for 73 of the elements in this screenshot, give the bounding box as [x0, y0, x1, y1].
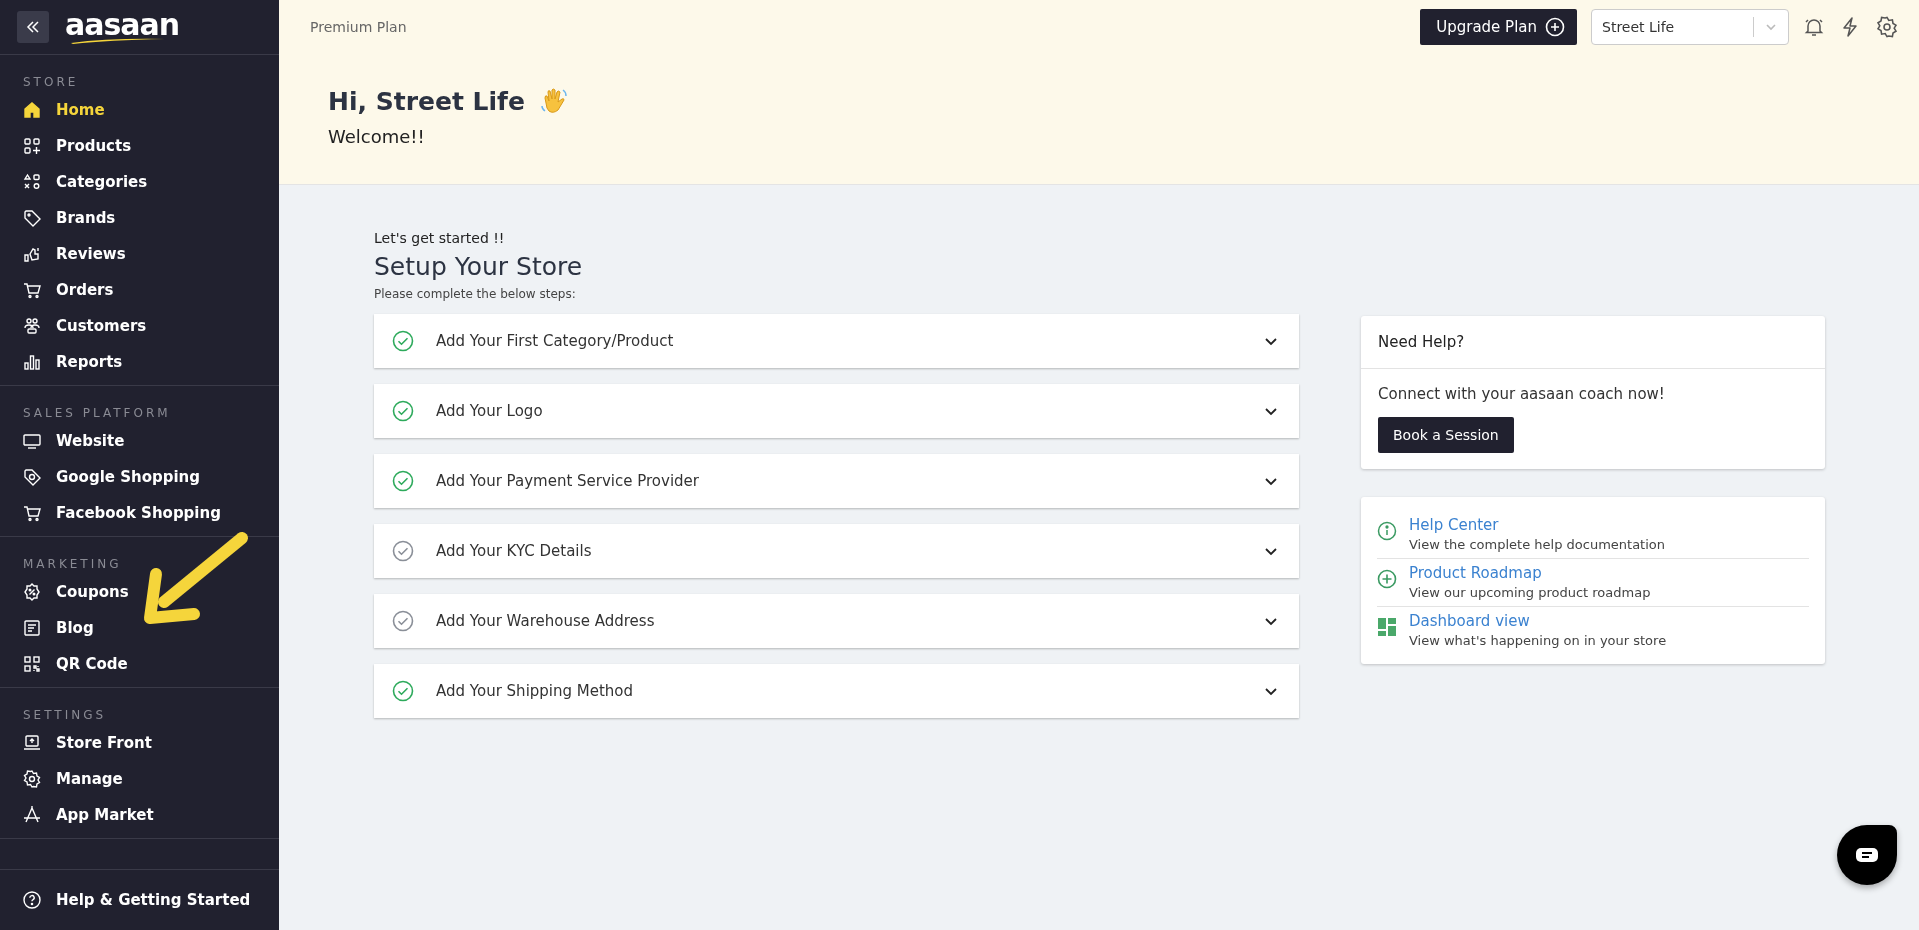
section-label: SALES PLATFORM	[22, 406, 172, 420]
tag-icon	[22, 208, 42, 228]
document-icon	[22, 618, 42, 638]
nav-item[interactable]: Orders	[0, 272, 279, 308]
plan-label: Premium Plan	[310, 19, 407, 35]
setup-step[interactable]: Add Your Shipping Method	[374, 664, 1299, 718]
link-description: View our upcoming product roadmap	[1409, 585, 1651, 600]
setup-title: Setup Your Store	[374, 252, 584, 281]
home-icon	[22, 100, 42, 120]
nav-item[interactable]: Google Shopping	[0, 459, 279, 495]
question-icon	[22, 890, 42, 910]
nav-item[interactable]: Reports	[0, 344, 279, 380]
settings-icon[interactable]	[1875, 15, 1899, 39]
shapes-icon	[22, 172, 42, 192]
nav-item[interactable]: Reviews	[0, 236, 279, 272]
setup-step[interactable]: Add Your KYC Details	[374, 524, 1299, 578]
settings-icon	[22, 769, 42, 789]
logo[interactable]: aasaan	[65, 10, 180, 44]
plus-circle-icon	[1545, 17, 1565, 37]
nav-item[interactable]: App Market	[0, 797, 279, 833]
nav-item[interactable]: Categories	[0, 164, 279, 200]
people-icon	[22, 316, 42, 336]
plus-circle-icon	[1377, 569, 1397, 589]
chat-button[interactable]	[1837, 825, 1897, 885]
cart-icon	[22, 280, 42, 300]
nav-item[interactable]: Products	[0, 128, 279, 164]
help-link[interactable]: Dashboard view	[1409, 612, 1667, 630]
upgrade-button[interactable]: Upgrade Plan	[1420, 9, 1577, 45]
setup-step[interactable]: Add Your Logo	[374, 384, 1299, 438]
nav-item[interactable]: Blog	[0, 610, 279, 646]
nav-item[interactable]: Coupons	[0, 574, 279, 610]
link-description: View the complete help documentation	[1409, 537, 1665, 552]
help-card-text: Connect with your aasaan coach now!	[1378, 385, 1665, 403]
help-nav-item[interactable]: Help & Getting Started	[0, 882, 279, 918]
chat-icon	[1855, 846, 1879, 864]
setup-kicker: Let's get started !!	[374, 230, 506, 246]
nav-item[interactable]: Brands	[0, 200, 279, 236]
nav-item[interactable]: QR Code	[0, 646, 279, 682]
monitor-icon	[22, 431, 42, 451]
setup-hint: Please complete the below steps:	[374, 287, 577, 301]
store-select[interactable]: Street Life	[1591, 9, 1789, 45]
link-description: View what's happening on in your store	[1409, 633, 1667, 648]
nav-item[interactable]: Customers	[0, 308, 279, 344]
laptop-upload-icon	[22, 733, 42, 753]
dashboard-icon	[1377, 617, 1397, 637]
help-link[interactable]: Help Center	[1409, 516, 1665, 534]
bell-icon[interactable]	[1803, 16, 1825, 38]
greeting-title: Hi, Street Life	[328, 86, 525, 116]
book-session-button[interactable]: Book a Session	[1378, 417, 1514, 453]
tag-icon	[22, 467, 42, 487]
nav-item[interactable]: Manage	[0, 761, 279, 797]
info-icon	[1377, 521, 1397, 541]
compass-icon	[22, 805, 42, 825]
cart-icon	[22, 503, 42, 523]
welcome-text: Welcome!!	[328, 126, 426, 147]
nav-item[interactable]: Website	[0, 423, 279, 459]
section-label: MARKETING	[22, 557, 123, 571]
bar-chart-icon	[22, 352, 42, 372]
setup-step[interactable]: Add Your Payment Service Provider	[374, 454, 1299, 508]
badge-percent-icon	[22, 582, 42, 602]
help-link[interactable]: Product Roadmap	[1409, 564, 1651, 582]
setup-step[interactable]: Add Your First Category/Product	[374, 314, 1299, 368]
section-label: SETTINGS	[22, 708, 108, 722]
nav-item[interactable]: Home	[0, 92, 279, 128]
setup-step[interactable]: Add Your Warehouse Address	[374, 594, 1299, 648]
nav-item[interactable]: Facebook Shopping	[0, 495, 279, 531]
help-card-title: Need Help?	[1378, 333, 1465, 351]
section-label: STORE	[22, 75, 80, 89]
qr-code-icon	[22, 654, 42, 674]
collapse-button[interactable]	[17, 11, 49, 43]
waving-hand-icon	[538, 86, 569, 116]
nav-item[interactable]: Store Front	[0, 725, 279, 761]
grid-plus-icon	[22, 136, 42, 156]
